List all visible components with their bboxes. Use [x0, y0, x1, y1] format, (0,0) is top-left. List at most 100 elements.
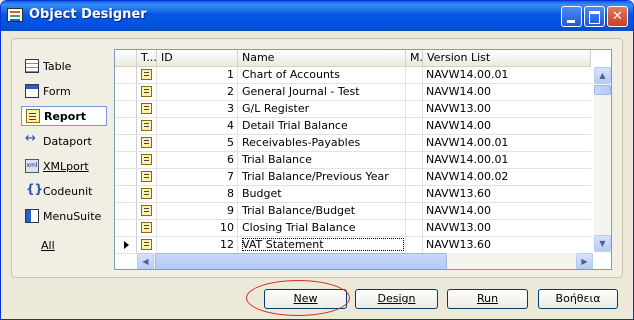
version-cell[interactable]: NAVW14.00.01	[423, 67, 591, 83]
modified-cell[interactable]	[406, 220, 423, 236]
horizontal-scrollbar[interactable]: ◀ ▶	[137, 253, 593, 269]
nav-item-dataport[interactable]: Dataport	[21, 131, 107, 151]
vertical-scrollbar[interactable]: ▲ ▼	[594, 67, 611, 252]
column-header-selector[interactable]	[115, 50, 137, 67]
vertical-scroll-thumb[interactable]	[594, 85, 611, 95]
nav-item-form[interactable]: Form	[21, 81, 107, 101]
table-row[interactable]: 5 Receivables-Payables NAVW14.00.01	[115, 135, 591, 152]
version-cell[interactable]: NAVW14.00.01	[423, 135, 591, 151]
nav-item-table[interactable]: Table	[21, 56, 107, 76]
column-header-name[interactable]: Name	[238, 50, 406, 67]
object-type-cell[interactable]	[137, 220, 157, 236]
table-row[interactable]: 7 Trial Balance/Previous Year NAVW14.00.02	[115, 169, 591, 186]
modified-cell[interactable]	[406, 203, 423, 219]
run-button[interactable]: Run	[447, 289, 528, 309]
modified-cell[interactable]	[406, 135, 423, 151]
id-cell[interactable]: 6	[157, 152, 238, 168]
maximize-button[interactable]	[584, 6, 605, 27]
id-cell[interactable]: 5	[157, 135, 238, 151]
row-selector[interactable]	[115, 169, 137, 185]
name-cell[interactable]: Trial Balance/Budget	[238, 203, 406, 219]
id-cell[interactable]: 4	[157, 118, 238, 134]
id-cell[interactable]: 7	[157, 169, 238, 185]
row-selector[interactable]	[115, 118, 137, 134]
version-cell[interactable]: NAVW14.00.02	[423, 169, 591, 185]
name-cell[interactable]: General Journal - Test	[238, 84, 406, 100]
column-header-type[interactable]: T...	[137, 50, 157, 67]
name-cell[interactable]: VAT Statement	[238, 237, 406, 253]
modified-cell[interactable]	[406, 169, 423, 185]
name-cell[interactable]: Budget	[238, 186, 406, 202]
column-header-modified[interactable]: M...	[406, 50, 423, 67]
table-row[interactable]: 2 General Journal - Test NAVW14.00	[115, 84, 591, 101]
object-type-cell[interactable]	[137, 169, 157, 185]
object-type-cell[interactable]	[137, 186, 157, 202]
modified-cell[interactable]	[406, 237, 423, 253]
modified-cell[interactable]	[406, 101, 423, 117]
scroll-down-button[interactable]: ▼	[594, 235, 611, 252]
row-selector[interactable]	[115, 135, 137, 151]
row-selector[interactable]	[115, 152, 137, 168]
modified-cell[interactable]	[406, 186, 423, 202]
id-cell[interactable]: 1	[157, 67, 238, 83]
nav-item-all[interactable]: All	[21, 235, 107, 255]
scroll-right-button[interactable]: ▶	[576, 253, 593, 269]
version-cell[interactable]: NAVW14.00	[423, 203, 591, 219]
help-button[interactable]: Βοήθεια	[538, 289, 618, 309]
name-cell[interactable]: Trial Balance	[238, 152, 406, 168]
name-cell[interactable]: Receivables-Payables	[238, 135, 406, 151]
row-selector[interactable]	[115, 101, 137, 117]
table-row[interactable]: 8 Budget NAVW13.60	[115, 186, 591, 203]
object-type-cell[interactable]	[137, 135, 157, 151]
table-row[interactable]: 10 Closing Trial Balance NAVW13.00	[115, 220, 591, 237]
row-selector[interactable]	[115, 237, 137, 253]
modified-cell[interactable]	[406, 118, 423, 134]
object-type-cell[interactable]	[137, 67, 157, 83]
new-button[interactable]: New	[264, 289, 347, 309]
modified-cell[interactable]	[406, 67, 423, 83]
nav-item-xmlport[interactable]: xml XMLport	[21, 156, 107, 176]
table-row[interactable]: 12 VAT Statement NAVW13.60	[115, 237, 591, 254]
column-header-version[interactable]: Version List	[423, 50, 591, 67]
object-type-cell[interactable]	[137, 237, 157, 253]
version-cell[interactable]: NAVW13.00	[423, 101, 591, 117]
nav-item-report[interactable]: Report	[21, 106, 107, 126]
object-type-cell[interactable]	[137, 84, 157, 100]
id-cell[interactable]: 2	[157, 84, 238, 100]
version-cell[interactable]: NAVW14.00.01	[423, 152, 591, 168]
scroll-left-button[interactable]: ◀	[137, 253, 154, 269]
modified-cell[interactable]	[406, 152, 423, 168]
table-row[interactable]: 3 G/L Register NAVW13.00	[115, 101, 591, 118]
minimize-button[interactable]	[561, 6, 582, 27]
table-row[interactable]: 4 Detail Trial Balance NAVW14.00	[115, 118, 591, 135]
horizontal-scroll-thumb[interactable]	[155, 253, 447, 269]
id-cell[interactable]: 12	[157, 237, 238, 253]
name-cell[interactable]: Chart of Accounts	[238, 67, 406, 83]
version-cell[interactable]: NAVW14.00	[423, 118, 591, 134]
row-selector[interactable]	[115, 203, 137, 219]
table-row[interactable]: 9 Trial Balance/Budget NAVW14.00	[115, 203, 591, 220]
name-cell[interactable]: Detail Trial Balance	[238, 118, 406, 134]
nav-item-menusuite[interactable]: MenuSuite	[21, 206, 107, 226]
row-selector[interactable]	[115, 186, 137, 202]
scroll-up-button[interactable]: ▲	[594, 67, 611, 84]
nav-item-codeunit[interactable]: Codeunit	[21, 181, 107, 201]
id-cell[interactable]: 3	[157, 101, 238, 117]
row-selector[interactable]	[115, 84, 137, 100]
design-button[interactable]: Design	[355, 289, 438, 309]
id-cell[interactable]: 8	[157, 186, 238, 202]
row-selector[interactable]	[115, 220, 137, 236]
version-cell[interactable]: NAVW13.60	[423, 186, 591, 202]
table-row[interactable]: 6 Trial Balance NAVW14.00.01	[115, 152, 591, 169]
row-selector[interactable]	[115, 67, 137, 83]
version-cell[interactable]: NAVW13.00	[423, 220, 591, 236]
modified-cell[interactable]	[406, 84, 423, 100]
id-cell[interactable]: 10	[157, 220, 238, 236]
name-cell[interactable]: Closing Trial Balance	[238, 220, 406, 236]
close-button[interactable]: ✕	[607, 6, 628, 27]
object-type-cell[interactable]	[137, 203, 157, 219]
version-cell[interactable]: NAVW14.00	[423, 84, 591, 100]
name-cell[interactable]: Trial Balance/Previous Year	[238, 169, 406, 185]
object-type-cell[interactable]	[137, 118, 157, 134]
object-type-cell[interactable]	[137, 101, 157, 117]
